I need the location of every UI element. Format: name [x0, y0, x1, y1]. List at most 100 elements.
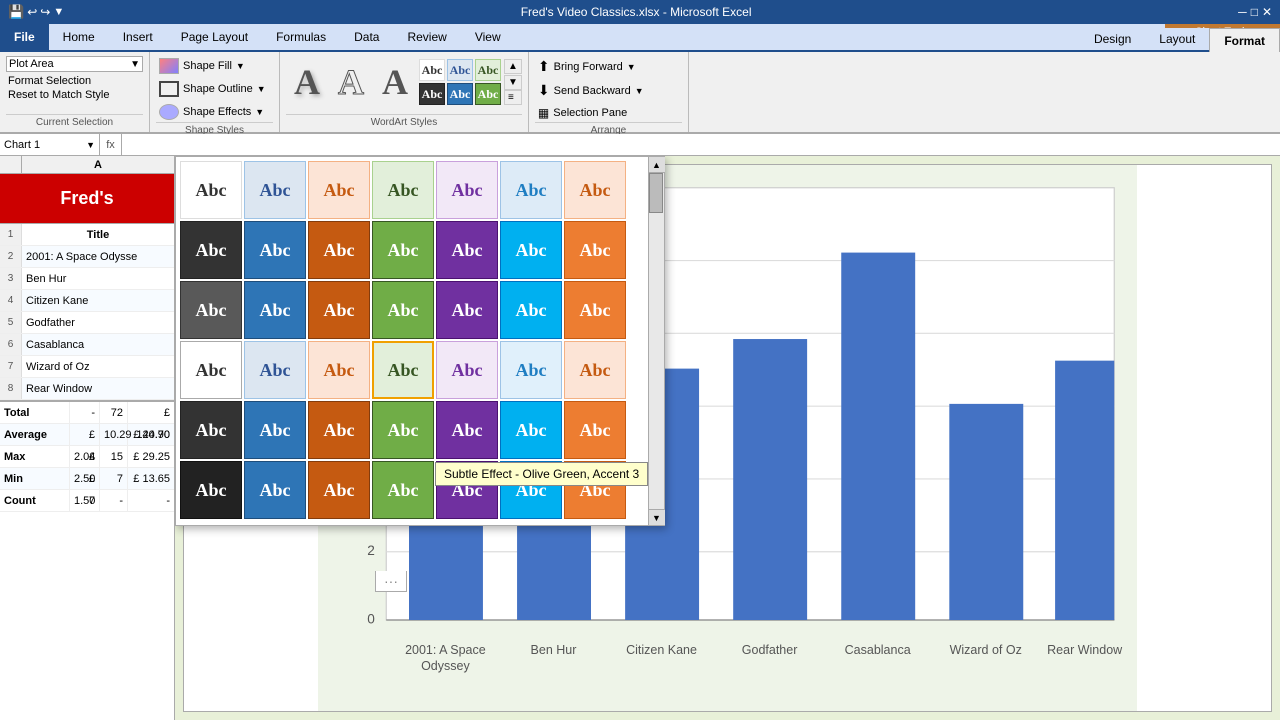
shape-effects-arrow[interactable]: ▼	[255, 107, 264, 117]
abc-style-1-2[interactable]: Abc	[308, 221, 370, 279]
abc-style-5-6[interactable]: Abc	[564, 461, 626, 519]
maximize-btn[interactable]: □	[1251, 5, 1258, 19]
styles-more[interactable]: ≡	[504, 90, 522, 105]
abc-style-2-2[interactable]: Abc	[308, 281, 370, 339]
abc-style-5-3[interactable]: Abc	[372, 461, 434, 519]
minimize-btn[interactable]: ─	[1238, 5, 1247, 19]
close-btn[interactable]: ✕	[1262, 5, 1272, 19]
redo-icon[interactable]: ↪	[40, 5, 50, 19]
abc-style-5-5[interactable]: Abc	[500, 461, 562, 519]
abc-style-4-3[interactable]: Abc	[372, 401, 434, 459]
abc-style-3-1[interactable]: Abc	[244, 341, 306, 399]
abc-style-0-5[interactable]: Abc	[500, 161, 562, 219]
tab-home[interactable]: Home	[49, 24, 109, 50]
wordart-style-mini-6[interactable]: Abc	[475, 83, 501, 105]
chart-name-dropdown[interactable]: Chart 1 ▼	[0, 134, 100, 155]
tab-view[interactable]: View	[461, 24, 515, 50]
save-icon[interactable]: 💾	[8, 4, 24, 20]
wordart-style-mini-2[interactable]: Abc	[447, 59, 473, 81]
wordart-style-mini-5[interactable]: Abc	[447, 83, 473, 105]
abc-style-3-0[interactable]: Abc	[180, 341, 242, 399]
bring-forward-arrow[interactable]: ▼	[627, 62, 636, 72]
abc-style-1-4[interactable]: Abc	[436, 221, 498, 279]
shape-fill-arrow[interactable]: ▼	[236, 61, 245, 71]
abc-style-2-4[interactable]: Abc	[436, 281, 498, 339]
shape-outline-btn[interactable]: Shape Outline ▼	[156, 79, 273, 99]
abc-style-2-0[interactable]: Abc	[180, 281, 242, 339]
abc-style-1-1[interactable]: Abc	[244, 221, 306, 279]
abc-style-1-6[interactable]: Abc	[564, 221, 626, 279]
tab-file[interactable]: File	[0, 24, 49, 50]
abc-style-4-5[interactable]: Abc	[500, 401, 562, 459]
abc-style-5-1[interactable]: Abc	[244, 461, 306, 519]
plot-area-dropdown[interactable]: Plot Area ▼	[6, 56, 143, 72]
send-backward-arrow[interactable]: ▼	[635, 86, 644, 96]
abc-style-0-1[interactable]: Abc	[244, 161, 306, 219]
tab-design[interactable]: Design	[1080, 28, 1145, 50]
abc-style-4-0[interactable]: Abc	[180, 401, 242, 459]
abc-style-5-0[interactable]: Abc	[180, 461, 242, 519]
scroll-up-btn[interactable]: ▲	[649, 157, 665, 173]
send-backward-btn[interactable]: ⬇ Send Backward ▼	[535, 80, 682, 101]
tab-layout[interactable]: Layout	[1145, 28, 1209, 50]
bring-forward-btn[interactable]: ⬆ Bring Forward ▼	[535, 56, 682, 77]
abc-style-0-2[interactable]: Abc	[308, 161, 370, 219]
tab-insert[interactable]: Insert	[109, 24, 167, 50]
scroll-down-btn[interactable]: ▼	[649, 509, 665, 525]
abc-style-2-6[interactable]: Abc	[564, 281, 626, 339]
cell-a7[interactable]: Wizard of Oz	[22, 356, 174, 377]
cell-a6[interactable]: Casablanca	[22, 334, 174, 355]
abc-style-3-5[interactable]: Abc	[500, 341, 562, 399]
undo-icon[interactable]: ↩	[27, 5, 37, 19]
chart-dropdown-arrow[interactable]: ▼	[86, 140, 95, 150]
abc-style-5-2[interactable]: Abc	[308, 461, 370, 519]
abc-style-2-5[interactable]: Abc	[500, 281, 562, 339]
abc-style-3-6[interactable]: Abc	[564, 341, 626, 399]
cell-a1[interactable]: Title	[22, 224, 174, 245]
reset-style-btn[interactable]: Reset to Match Style	[6, 88, 143, 102]
wordart-style-mini-4[interactable]: Abc	[419, 83, 445, 105]
cell-a3[interactable]: Ben Hur	[22, 268, 174, 289]
cell-a8[interactable]: Rear Window	[22, 378, 174, 399]
wordart-a-shadow[interactable]: A	[286, 56, 328, 108]
abc-style-5-4[interactable]: Abc	[436, 461, 498, 519]
wordart-a-fill[interactable]: A	[374, 56, 416, 108]
abc-style-2-3[interactable]: Abc	[372, 281, 434, 339]
abc-style-2-1[interactable]: Abc	[244, 281, 306, 339]
shape-outline-arrow[interactable]: ▼	[257, 84, 266, 94]
wordart-style-mini-3[interactable]: Abc	[475, 59, 501, 81]
tab-pagelayout[interactable]: Page Layout	[167, 24, 262, 50]
qat-extra-icon[interactable]: ▼	[53, 6, 64, 18]
tab-review[interactable]: Review	[393, 24, 460, 50]
abc-style-3-4[interactable]: Abc	[436, 341, 498, 399]
abc-style-4-6[interactable]: Abc	[564, 401, 626, 459]
selection-pane-btn[interactable]: ▦ Selection Pane	[535, 104, 682, 122]
abc-style-3-3[interactable]: Abc	[372, 341, 434, 399]
styles-scroll-down[interactable]: ▼	[504, 75, 522, 90]
tab-formulas[interactable]: Formulas	[262, 24, 340, 50]
cell-a4[interactable]: Citizen Kane	[22, 290, 174, 311]
cell-a5[interactable]: Godfather	[22, 312, 174, 333]
abc-style-1-5[interactable]: Abc	[500, 221, 562, 279]
abc-style-0-4[interactable]: Abc	[436, 161, 498, 219]
abc-style-1-0[interactable]: Abc	[180, 221, 242, 279]
dropdown-arrow[interactable]: ▼	[130, 59, 140, 70]
format-selection-btn[interactable]: Format Selection	[6, 74, 143, 88]
abc-style-0-0[interactable]: Abc	[180, 161, 242, 219]
tab-format[interactable]: Format	[1209, 28, 1280, 52]
shape-fill-btn[interactable]: Shape Fill ▼	[156, 56, 273, 76]
abc-style-4-1[interactable]: Abc	[244, 401, 306, 459]
styles-scroll-up[interactable]: ▲	[504, 59, 522, 74]
abc-style-3-2[interactable]: Abc	[308, 341, 370, 399]
cell-a2[interactable]: 2001: A Space Odysse	[22, 246, 174, 267]
tab-data[interactable]: Data	[340, 24, 393, 50]
abc-style-1-3[interactable]: Abc	[372, 221, 434, 279]
abc-style-4-2[interactable]: Abc	[308, 401, 370, 459]
shape-effects-btn[interactable]: Shape Effects ▼	[156, 102, 273, 122]
abc-style-0-3[interactable]: Abc	[372, 161, 434, 219]
abc-style-0-6[interactable]: Abc	[564, 161, 626, 219]
abc-style-4-4[interactable]: Abc	[436, 401, 498, 459]
wordart-style-mini-1[interactable]: Abc	[419, 59, 445, 81]
more-styles-btn[interactable]: ···	[375, 571, 407, 592]
wordart-a-outline[interactable]: A	[330, 56, 372, 108]
